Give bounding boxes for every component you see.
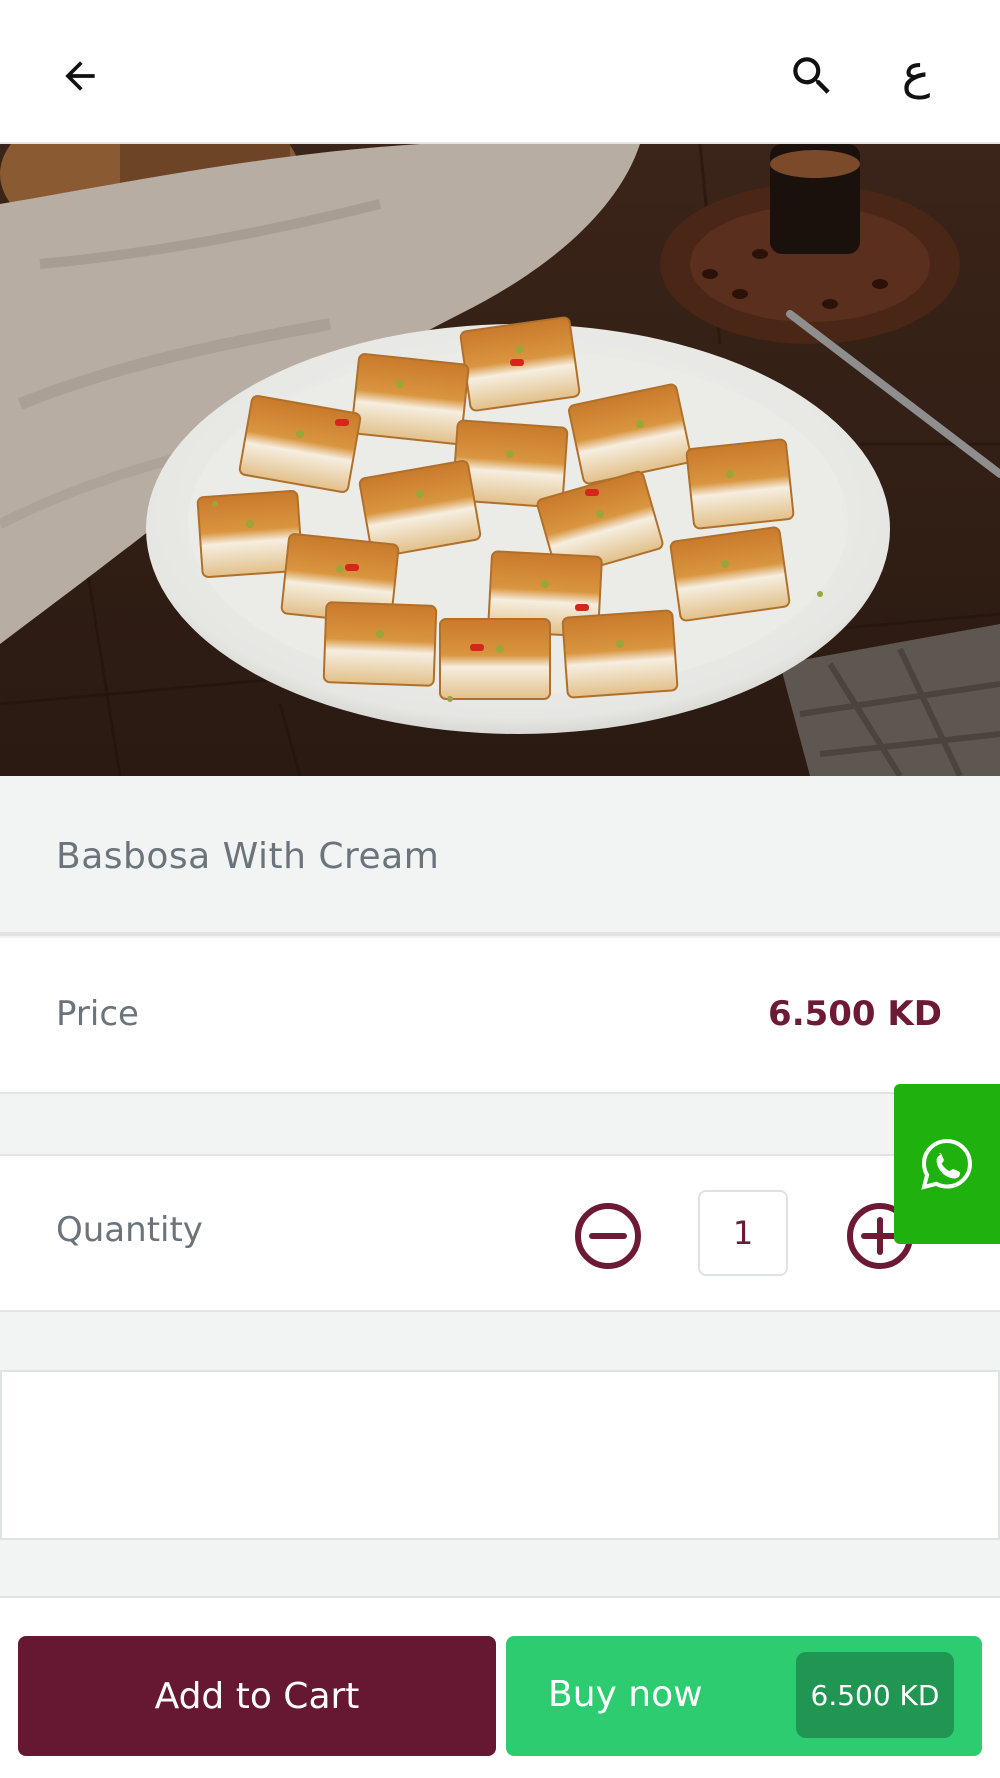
- language-toggle-label: ع: [901, 44, 931, 100]
- top-app-bar: ع: [0, 0, 1000, 144]
- quantity-row: Quantity: [0, 1154, 1000, 1312]
- product-detail-screen: ع Basbosa With Cream Price 6.500 KD Quan…: [0, 0, 1000, 1778]
- price-row: Price 6.500 KD: [0, 938, 1000, 1094]
- product-title-section: Basbosa With Cream: [0, 776, 1000, 936]
- whatsapp-button[interactable]: [894, 1084, 1000, 1244]
- buy-now-button[interactable]: Buy now 6.500 KD: [506, 1636, 982, 1756]
- buy-now-price-badge: 6.500 KD: [796, 1652, 954, 1738]
- search-button[interactable]: [776, 40, 848, 112]
- price-value: 6.500 KD: [768, 994, 942, 1034]
- price-label: Price: [56, 994, 139, 1034]
- arrow-left-icon: [65, 61, 95, 91]
- minus-circle-icon: [575, 1203, 641, 1269]
- product-title: Basbosa With Cream: [56, 836, 440, 877]
- product-photo: [0, 144, 1000, 776]
- whatsapp-icon: [921, 1138, 973, 1190]
- product-image: [0, 144, 1000, 776]
- quantity-decrement-button[interactable]: [572, 1200, 644, 1272]
- language-toggle[interactable]: ع: [880, 36, 952, 108]
- add-to-cart-button[interactable]: Add to Cart: [18, 1636, 496, 1756]
- quantity-input[interactable]: [698, 1190, 788, 1276]
- buy-now-label: Buy now: [548, 1674, 703, 1715]
- quantity-label: Quantity: [56, 1210, 203, 1250]
- notes-box[interactable]: [0, 1370, 1000, 1540]
- search-icon: [793, 57, 830, 94]
- bottom-action-bar: Add to Cart Buy now 6.500 KD: [0, 1618, 1000, 1778]
- back-button[interactable]: [44, 40, 116, 112]
